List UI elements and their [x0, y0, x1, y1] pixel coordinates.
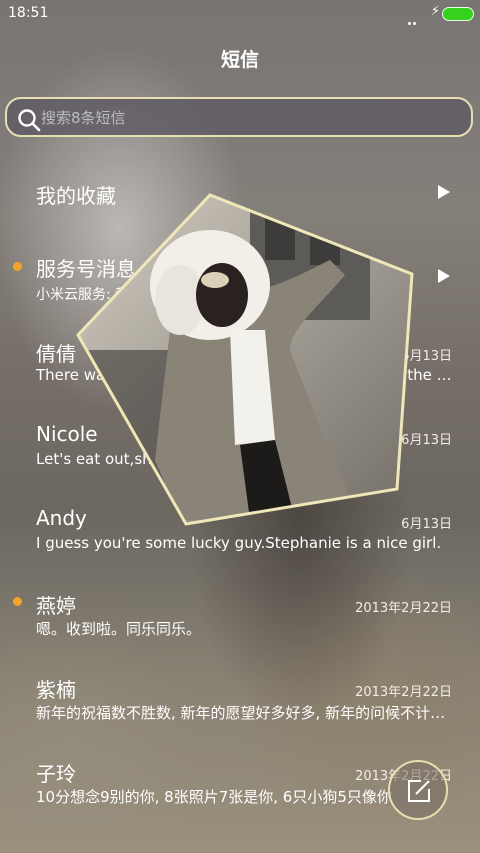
compose-icon: [408, 780, 430, 802]
play-arrow-icon: [438, 269, 450, 283]
conversation-preview: 新年的祝福数不胜数, 新年的愿望好多好多, 新年的问候不计其数: [36, 704, 452, 722]
unread-dot: [13, 262, 22, 271]
conversation-date: 2013年2月22日: [355, 601, 452, 616]
search-input[interactable]: [39, 103, 463, 133]
conversation-name: 子玲: [36, 762, 76, 786]
charging-icon: ⚡: [430, 4, 440, 19]
status-time: 18:51: [8, 5, 49, 21]
list-item-conversation[interactable]: 紫楠 2013年2月22日 新年的祝福数不胜数, 新年的愿望好多好多, 新年的问…: [0, 666, 480, 736]
list-item-conversation[interactable]: 燕婷 2013年2月22日 嗯。收到啦。同乐同乐。: [0, 582, 480, 652]
status-bar: 18:51 ⚡: [0, 0, 480, 28]
compose-button[interactable]: [388, 760, 448, 820]
search-icon: [17, 108, 41, 136]
conversation-name: 紫楠: [36, 678, 76, 702]
pentagon-photo: [76, 193, 414, 526]
conversation-name: 燕婷: [36, 594, 76, 618]
page-title: 短信: [220, 49, 259, 71]
sms-screen: 18:51 ⚡ 短信 我的收藏 服务号消息 小米云服务: 我想送你一个小米MIX…: [0, 0, 480, 853]
signal-icon: [408, 13, 422, 25]
play-arrow-icon: [438, 185, 450, 199]
conversation-date: 2013年2月22日: [355, 685, 452, 700]
conversation-preview: 嗯。收到啦。同乐同乐。: [36, 620, 202, 638]
unread-dot: [13, 597, 22, 606]
search-bar[interactable]: [5, 97, 473, 137]
battery-icon: [442, 7, 474, 21]
